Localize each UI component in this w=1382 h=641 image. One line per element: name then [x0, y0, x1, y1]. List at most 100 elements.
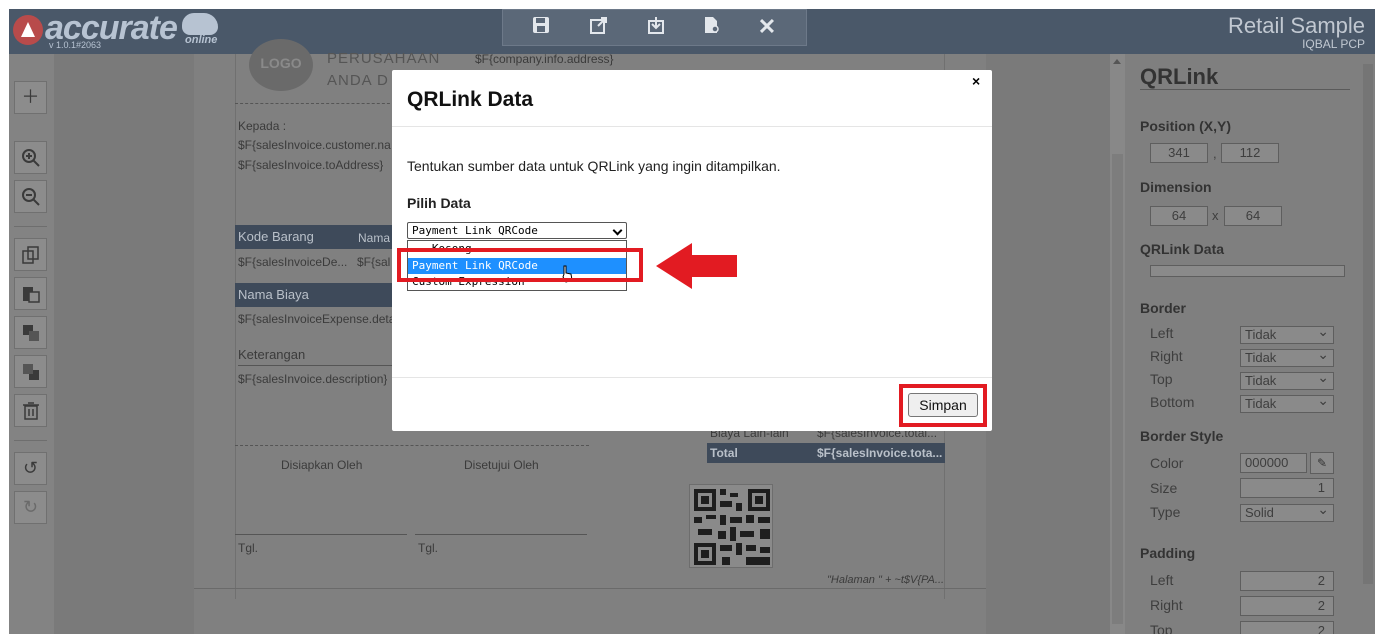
item-name-field[interactable]: $F{sal [357, 255, 392, 269]
border-top-label: Top [1150, 371, 1173, 387]
highlight-box [397, 248, 643, 282]
type-select[interactable]: Solid [1240, 501, 1334, 522]
left-toolbar: ＋ ↺ ↻ [9, 54, 54, 634]
keterangan-header[interactable]: Keterangan [238, 347, 393, 366]
pilih-data-label: Pilih Data [407, 195, 471, 211]
panel-scrollbar[interactable] [1361, 54, 1375, 634]
type-label: Type [1150, 504, 1181, 520]
tgl-label[interactable]: Tgl. [418, 541, 438, 555]
divider [235, 103, 395, 104]
padding-right-label: Right [1150, 597, 1183, 613]
pencil-icon[interactable]: ✎ [1310, 452, 1334, 474]
copy-icon[interactable] [14, 238, 47, 271]
import-icon[interactable] [644, 16, 668, 38]
size-input[interactable]: 1 [1240, 478, 1334, 498]
position-label: Position (X,Y) [1140, 118, 1231, 134]
zoom-in-icon[interactable] [14, 141, 47, 174]
qrlink-data-input[interactable] [1150, 265, 1345, 277]
scroll-thumb[interactable] [1363, 64, 1373, 584]
dimension-separator: x [1212, 208, 1219, 223]
paste-icon[interactable] [14, 277, 47, 310]
company-address-field[interactable]: $F{company.info.address} [475, 52, 614, 66]
height-input[interactable]: 64 [1224, 206, 1282, 226]
close-icon[interactable]: ✕ [755, 16, 779, 38]
accurate-logo-icon [13, 15, 43, 45]
company-name-line1[interactable]: PERUSAHAAN [327, 50, 440, 67]
color-input[interactable]: 000000 [1240, 453, 1307, 473]
total-value-field[interactable]: $F{salesInvoice.tota... [817, 446, 945, 460]
qr-code-icon [694, 489, 770, 565]
close-icon[interactable]: × [972, 73, 980, 89]
disetujui-label[interactable]: Disetujui Oleh [464, 458, 539, 472]
customer-name-field[interactable]: $F{salesInvoice.customer.na [238, 138, 393, 152]
send-back-icon[interactable] [14, 355, 47, 388]
qrlink-element[interactable] [689, 484, 773, 568]
to-address-field[interactable]: $F{salesInvoice.toAddress} [238, 158, 383, 172]
properties-panel: QRLink Position (X,Y) 341 , 112 Dimensio… [1125, 54, 1375, 634]
dialog-title: QRLink Data [407, 88, 534, 111]
version-label: v 1.0.1#2063 [49, 40, 102, 50]
save-icon[interactable] [529, 16, 553, 38]
padding-left-label: Left [1150, 572, 1174, 588]
delete-icon[interactable] [14, 394, 47, 427]
size-label: Size [1150, 480, 1178, 496]
border-right-select[interactable]: Tidak [1240, 346, 1334, 367]
qrlink-data-label: QRLink Data [1140, 241, 1225, 257]
logo-sub: online [185, 34, 218, 46]
user-name: IQBAL PCP [1302, 37, 1365, 51]
position-y-input[interactable]: 112 [1221, 143, 1279, 163]
padding-right-input[interactable]: 2 [1240, 596, 1334, 616]
signature-line [235, 534, 407, 535]
nama-biaya-header[interactable]: Nama Biaya [235, 283, 392, 307]
tgl-label[interactable]: Tgl. [238, 541, 258, 555]
border-left-select[interactable]: Tidak [1240, 323, 1334, 344]
padding-left-input[interactable]: 2 [1240, 571, 1334, 591]
padding-top-label: Top [1150, 622, 1173, 634]
disiapkan-label[interactable]: Disiapkan Oleh [281, 458, 362, 472]
description-field[interactable]: $F{salesInvoice.description} [238, 372, 387, 386]
redo-icon[interactable]: ↻ [14, 491, 47, 524]
position-x-input[interactable]: 341 [1150, 143, 1208, 163]
logo-placeholder[interactable]: LOGO [249, 39, 313, 91]
add-icon[interactable]: ＋ [14, 81, 47, 114]
border-label: Border [1140, 300, 1186, 316]
panel-title: QRLink [1140, 64, 1219, 89]
position-separator: , [1213, 146, 1217, 161]
width-input[interactable]: 64 [1150, 206, 1208, 226]
color-label: Color [1150, 455, 1184, 471]
zoom-out-icon[interactable] [14, 180, 47, 213]
item-code-field[interactable]: $F{salesInvoiceDe... [238, 255, 353, 269]
nama-header[interactable]: Nama [358, 231, 390, 245]
border-bottom-label: Bottom [1150, 394, 1195, 410]
bring-front-icon[interactable] [14, 316, 47, 349]
company-name-line2[interactable]: ANDA D [327, 72, 389, 89]
padding-top-input[interactable]: 2 [1240, 621, 1334, 634]
data-source-select[interactable]: Payment Link QRCode [407, 222, 627, 239]
halaman-field[interactable]: "Halaman " + ~t$V{PA... [827, 574, 944, 586]
scroll-thumb[interactable] [1112, 154, 1123, 624]
signature-line [415, 534, 587, 535]
border-top-select[interactable]: Tidak [1240, 369, 1334, 390]
company-title: Retail Sample [1228, 13, 1365, 38]
padding-label: Padding [1140, 545, 1196, 561]
undo-icon[interactable]: ↺ [14, 452, 47, 485]
border-right-label: Right [1150, 348, 1183, 364]
expense-detail-field[interactable]: $F{salesInvoiceExpense.deta [238, 312, 393, 326]
red-arrow-icon [656, 243, 737, 289]
border-bottom-select[interactable]: Tidak [1240, 392, 1334, 413]
app-window: accurate online v 1.0.1#2063 ✕ Retail Sa… [9, 9, 1375, 634]
preview-icon[interactable] [700, 16, 724, 38]
designer-toolbar: ✕ [502, 9, 807, 46]
page-edge [194, 588, 986, 589]
dimension-label: Dimension [1140, 179, 1212, 195]
divider [235, 445, 589, 446]
scroll-up-icon[interactable] [1113, 59, 1121, 64]
dialog-description: Tentukan sumber data untuk QRLink yang i… [407, 158, 781, 174]
cloud-icon [182, 13, 218, 35]
top-bar: accurate online v 1.0.1#2063 ✕ Retail Sa… [9, 9, 1375, 54]
canvas-scrollbar[interactable] [1110, 54, 1125, 634]
kepada-label[interactable]: Kepada : [238, 119, 286, 133]
total-label: Total [710, 446, 738, 460]
border-left-label: Left [1150, 325, 1174, 341]
export-icon[interactable] [587, 16, 611, 38]
